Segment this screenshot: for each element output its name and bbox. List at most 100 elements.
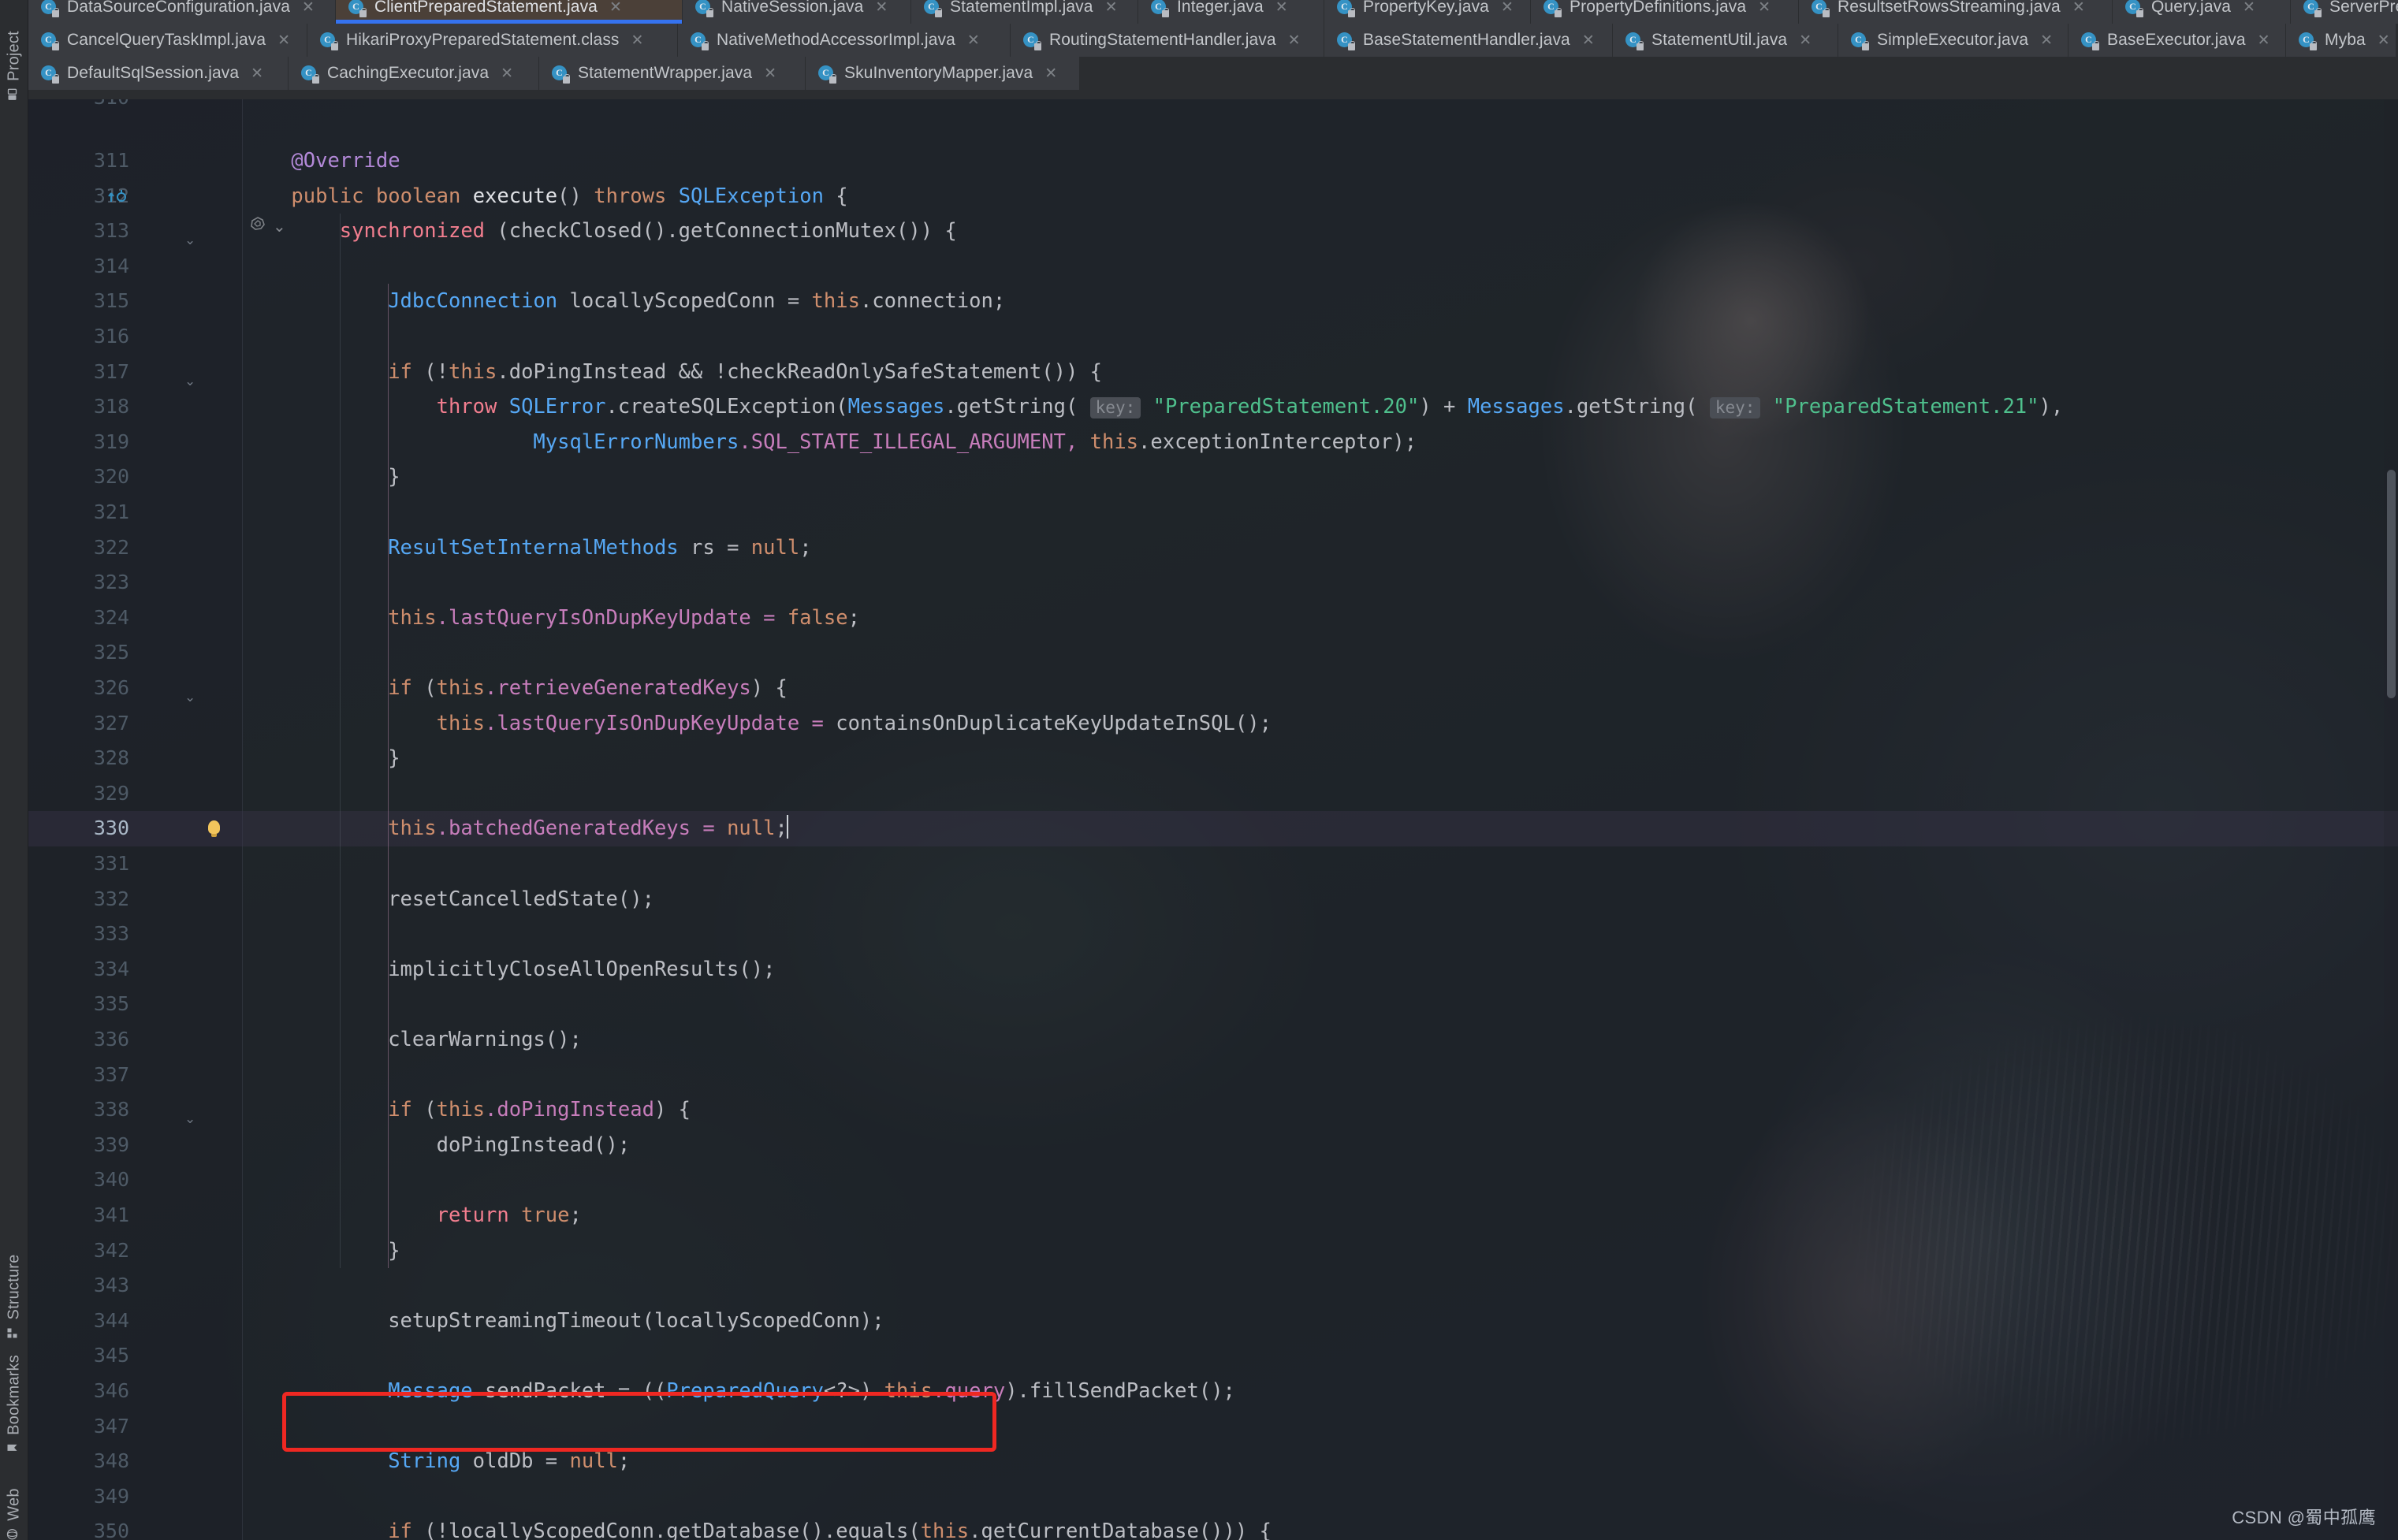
editor-tab[interactable]: C Integer.java ✕ [1138, 0, 1324, 24]
editor-tab[interactable]: C ClientPreparedStatement.java ✕ [336, 0, 683, 24]
code-line[interactable]: 340 [28, 1162, 2398, 1198]
code-line[interactable]: 345 [28, 1338, 2398, 1374]
line-number[interactable]: 314 [28, 249, 129, 285]
close-icon[interactable]: ✕ [2072, 0, 2085, 15]
editor-tab[interactable]: C DataSourceConfiguration.java ✕ [28, 0, 336, 24]
code-fold-icon[interactable]: ⌄ [184, 364, 195, 400]
line-number[interactable]: 331 [28, 846, 129, 882]
code-line[interactable]: 325 [28, 635, 2398, 671]
close-icon[interactable]: ✕ [609, 0, 622, 15]
close-icon[interactable]: ✕ [967, 33, 980, 48]
chevron-down-icon[interactable]: ⌄ [273, 217, 286, 236]
close-icon[interactable]: ✕ [1288, 33, 1301, 48]
code-editor[interactable]: ⌄ 310 311 @Override 312public boolean execu… [28, 99, 2398, 1540]
editor-tab[interactable]: C StatementUtil.java ✕ [1613, 24, 1838, 57]
close-icon[interactable]: ✕ [1582, 33, 1595, 48]
code-line[interactable]: 316 [28, 319, 2398, 355]
line-number[interactable]: 325 [28, 635, 129, 671]
close-icon[interactable]: ✕ [2258, 33, 2270, 48]
code-line[interactable]: 327 this.lastQueryIsOnDupKeyUpdate = cont… [28, 706, 2398, 742]
breadcrumb[interactable]: ⌄ [249, 216, 286, 237]
code-fold-icon[interactable]: ⌄ [184, 1102, 195, 1137]
line-number[interactable]: 347 [28, 1409, 129, 1445]
close-icon[interactable]: ✕ [1275, 0, 1288, 15]
line-number[interactable]: 343 [28, 1268, 129, 1304]
code-line[interactable]: 317 if (!this.doPingInstead && !checkRead… [28, 355, 2398, 390]
code-line[interactable]: 330 this.batchedGeneratedKeys = null; [28, 811, 2398, 846]
code-line[interactable]: 314 [28, 249, 2398, 285]
code-fold-icon[interactable]: ⌄ [184, 680, 195, 716]
line-number[interactable]: 316 [28, 319, 129, 355]
code-line[interactable]: 331 [28, 846, 2398, 882]
code-line[interactable]: 342} [28, 1233, 2398, 1269]
close-icon[interactable]: ✕ [1501, 0, 1514, 15]
code-line[interactable]: 338 if (this.doPingInstead) { [28, 1092, 2398, 1128]
line-number[interactable]: 335 [28, 987, 129, 1022]
line-number[interactable]: 337 [28, 1058, 129, 1093]
code-line[interactable]: 334 implicitlyCloseAllOpenResults(); [28, 952, 2398, 988]
editor-tab[interactable]: C RoutingStatementHandler.java ✕ [1011, 24, 1324, 57]
editor-tab[interactable]: C StatementWrapper.java ✕ [539, 57, 806, 90]
line-number[interactable]: 322 [28, 530, 129, 566]
line-number[interactable]: 338 [28, 1092, 129, 1128]
close-icon[interactable]: ✕ [631, 33, 644, 48]
code-line[interactable]: 321 [28, 495, 2398, 530]
editor-tab[interactable]: C SimpleExecutor.java ✕ [1838, 24, 2068, 57]
line-number[interactable]: 313 [28, 214, 129, 249]
editor-tab[interactable]: C BaseExecutor.java ✕ [2068, 24, 2286, 57]
editor-tab[interactable]: CServerPrepa✕ [2291, 0, 2398, 24]
editor-tab[interactable]: C NativeSession.java ✕ [683, 0, 911, 24]
line-number[interactable]: 342 [28, 1233, 129, 1269]
code-line[interactable]: 318 throw SQLError.createSQLException(Mes… [28, 389, 2398, 425]
code-line[interactable]: 320} [28, 459, 2398, 495]
code-line[interactable]: 350 if (!locallyScopedConn.getDatabase().… [28, 1514, 2398, 1540]
close-icon[interactable]: ✕ [1758, 0, 1771, 15]
code-line[interactable]: 332 resetCancelledState(); [28, 882, 2398, 917]
line-number[interactable]: 350 [28, 1514, 129, 1540]
close-icon[interactable]: ✕ [302, 0, 315, 15]
close-icon[interactable]: ✕ [2378, 33, 2390, 48]
editor-tab[interactable]: C NativeMethodAccessorImpl.java ✕ [678, 24, 1011, 57]
code-line[interactable]: 335 [28, 987, 2398, 1022]
line-number[interactable]: 333 [28, 917, 129, 952]
line-number[interactable]: 315 [28, 284, 129, 319]
code-line[interactable]: 343 [28, 1268, 2398, 1304]
line-number[interactable]: 321 [28, 495, 129, 530]
line-number[interactable]: 326 [28, 671, 129, 706]
code-line[interactable]: 349 [28, 1479, 2398, 1515]
code-content[interactable]: 310 311 @Override 312public boolean execute… [28, 99, 2398, 1540]
line-number[interactable]: 348 [28, 1444, 129, 1479]
line-number[interactable]: 323 [28, 565, 129, 601]
editor-tab[interactable]: C CancelQueryTaskImpl.java ✕ [28, 24, 307, 57]
code-line[interactable]: 333 [28, 917, 2398, 952]
code-line[interactable]: 311 @Override [28, 143, 2398, 179]
line-number[interactable]: 311 [28, 143, 129, 179]
code-line[interactable]: 315 JdbcConnection locallyScopedConn = th… [28, 284, 2398, 319]
line-number[interactable]: 332 [28, 882, 129, 917]
code-line[interactable]: 312 public boolean execute() throws SQLEx… [28, 179, 2398, 214]
code-line[interactable]: 329 [28, 776, 2398, 812]
close-icon[interactable]: ✕ [2243, 0, 2255, 15]
scrollbar-thumb[interactable] [2387, 470, 2396, 698]
code-fold-icon[interactable]: ⌄ [184, 223, 195, 259]
code-line[interactable]: 324 this.lastQueryIsOnDupKeyUpdate = fals… [28, 601, 2398, 636]
close-icon[interactable]: ✕ [764, 66, 776, 81]
line-number[interactable]: 329 [28, 776, 129, 812]
code-line[interactable]: 341 return true; [28, 1198, 2398, 1233]
line-number[interactable]: 334 [28, 952, 129, 988]
line-number[interactable]: 327 [28, 706, 129, 742]
close-icon[interactable]: ✕ [277, 33, 290, 48]
editor-tab[interactable]: C Myba ✕ [2286, 24, 2396, 57]
sidebar-item-project[interactable]: Project [5, 31, 23, 101]
line-number[interactable]: 318 [28, 389, 129, 425]
code-line[interactable]: 319 MysqlErrorNumbers.SQL_STATE_ILLEGAL_A… [28, 425, 2398, 460]
sidebar-item-bookmarks[interactable]: Bookmarks [5, 1355, 23, 1453]
code-line[interactable]: 344 setupStreamingTimeout(locallyScopedCo… [28, 1304, 2398, 1339]
editor-tab[interactable]: C SkuInventoryMapper.java ✕ [806, 57, 1080, 90]
editor-tab[interactable]: C ResultsetRowsStreaming.java ✕ [1799, 0, 2113, 24]
code-line[interactable]: 322 ResultSetInternalMethods rs = null; [28, 530, 2398, 566]
code-fold-icon[interactable]: ⌄ [184, 1523, 195, 1540]
code-line[interactable]: 326 if (this.retrieveGeneratedKeys) { [28, 671, 2398, 706]
editor-tab[interactable]: C PropertyKey.java ✕ [1324, 0, 1531, 24]
editor-tab[interactable]: C DefaultSqlSession.java ✕ [28, 57, 289, 90]
